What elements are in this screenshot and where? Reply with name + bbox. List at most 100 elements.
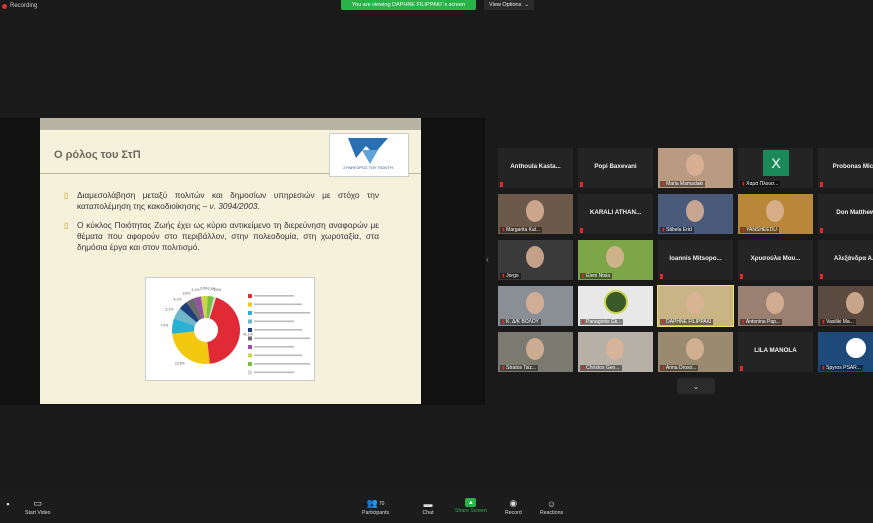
muted-mic-icon bbox=[820, 228, 823, 233]
participant-name-label: ▮ Κ. Δ/Κ ΒΟΛΟΥ bbox=[500, 319, 541, 325]
muted-mic-icon bbox=[580, 182, 583, 187]
participant-name-label: ▮ Anna Droso... bbox=[660, 365, 699, 371]
profile-logo-icon bbox=[844, 336, 868, 360]
participants-icon: 👥 70 bbox=[366, 498, 385, 508]
legend-text-line bbox=[254, 337, 310, 340]
participant-name-label: ▮ Stratos Tsiz... bbox=[500, 365, 539, 371]
muted-mic-icon bbox=[740, 274, 743, 279]
participant-tile[interactable]: ▮ Stibela Erid bbox=[657, 193, 734, 235]
meeting-toolbar bbox=[0, 495, 873, 523]
legend-text-line bbox=[254, 320, 294, 323]
recording-label: Recording bbox=[10, 3, 38, 9]
participant-face bbox=[686, 338, 704, 360]
pie-slice-label: 4,1% bbox=[173, 298, 181, 302]
participant-tile[interactable]: ▮ DAPHNE FILIPPAKI bbox=[657, 285, 734, 327]
participant-tile[interactable]: ▮ Panagiotis Gk... bbox=[577, 285, 654, 327]
participant-face bbox=[686, 200, 704, 222]
participant-name: Ioannis Mitsopo... bbox=[669, 255, 722, 262]
participant-face bbox=[526, 338, 544, 360]
legend-swatch bbox=[248, 345, 252, 349]
participant-tile[interactable]: ▮ Eleni Ntsia bbox=[577, 239, 654, 281]
participant-tile[interactable]: ▮ Κ. Δ/Κ ΒΟΛΟΥ bbox=[497, 285, 574, 327]
participant-tile[interactable]: LILA MANOLA bbox=[737, 331, 814, 373]
pie-chart-image: 41,1% 23,6% 7,0% 5,1% 4,1% 3,8% 3,1% 3,0% 2,8% 1,… bbox=[145, 277, 315, 381]
microphone-icon: ▪ bbox=[6, 498, 10, 509]
participant-face bbox=[606, 338, 624, 360]
pie-slice-label: 3,8% bbox=[182, 291, 190, 295]
participant-tile[interactable]: ▮ Margarita Kal... bbox=[497, 193, 574, 235]
participant-face bbox=[526, 246, 544, 268]
legend-text-line bbox=[254, 371, 294, 374]
participant-tile[interactable]: ▮ Jorgo bbox=[497, 239, 574, 281]
gallery-scroll-left-icon[interactable]: ‹ bbox=[486, 255, 492, 265]
slide-header-strip bbox=[40, 118, 421, 130]
participant-name-label: ▮ Χαρά Πλουσ... bbox=[740, 181, 781, 187]
legend-text-line bbox=[254, 346, 294, 348]
participant-tile[interactable]: Αλεξάνδρα Α... bbox=[817, 239, 873, 281]
participant-name-label: ▮ DAPHNE FILIPPAKI bbox=[660, 319, 714, 325]
participant-name: Αλεξάνδρα Α... bbox=[833, 255, 873, 262]
participant-tile[interactable]: ▮ Anna Droso... bbox=[657, 331, 734, 373]
legend-swatch bbox=[248, 370, 252, 375]
participant-tile[interactable]: KARALI ATHAN... bbox=[577, 193, 654, 235]
participant-tile[interactable]: Anthoula Kasta... bbox=[497, 147, 574, 189]
legend-text-line bbox=[254, 363, 310, 365]
recording-indicator: Recording bbox=[2, 3, 37, 9]
legend-text-line bbox=[254, 329, 302, 331]
reactions-icon: ☺ bbox=[546, 498, 557, 509]
participant-tile[interactable]: ▮ Maria Mamadaki bbox=[657, 147, 734, 189]
participants-button[interactable]: 👥 70 Participants bbox=[362, 498, 389, 516]
participant-name: Probonas Mic... bbox=[832, 163, 873, 170]
participant-tile[interactable]: Ioannis Mitsopo... bbox=[657, 239, 734, 281]
legend-text-line bbox=[254, 354, 302, 357]
muted-mic-icon bbox=[740, 366, 743, 371]
gallery-next-page-button[interactable]: ⌄ bbox=[677, 378, 715, 394]
record-label: Record bbox=[505, 510, 522, 516]
participant-tile[interactable]: ▮ Spyros PSAR... bbox=[817, 331, 873, 373]
chat-icon: ▬ bbox=[423, 498, 433, 509]
share-screen-button[interactable]: ▲ Share Screen bbox=[455, 498, 487, 514]
view-options-button[interactable]: View Options ⌄ bbox=[484, 0, 534, 10]
participant-tile[interactable]: ▮ Christos Geo... bbox=[577, 331, 654, 373]
pie-slice-label: 41,1% bbox=[243, 332, 253, 336]
participant-name: Χρυσούλα Μαυ... bbox=[750, 255, 801, 262]
chat-button[interactable]: ▬ Chat bbox=[422, 498, 434, 517]
legend-swatch bbox=[248, 311, 252, 315]
participant-tile[interactable]: Popi Baxevani bbox=[577, 147, 654, 189]
participant-tile[interactable]: ▮ Antonina Pap... bbox=[737, 285, 814, 327]
reactions-label: Reactions bbox=[540, 510, 564, 516]
slide-title: Ο ρόλος του ΣτΠ bbox=[54, 149, 141, 161]
participant-tile[interactable]: X ▮ Χαρά Πλουσ... bbox=[737, 147, 814, 189]
start-video-label: Start Video bbox=[25, 510, 51, 516]
mute-button[interactable]: ▪ bbox=[2, 498, 14, 510]
participant-tile[interactable]: Don Matthew bbox=[817, 193, 873, 235]
chat-label: Chat bbox=[422, 510, 434, 516]
participant-name-label: ▮ Antonina Pap... bbox=[740, 319, 783, 325]
logo-text: ΣΥΝΗΓΟΡΟΣ ΤΟΥ ΠΟΛΙΤΗ bbox=[343, 165, 393, 170]
slide-bullet-2: ▯ Ο κύκλος Ποιότητας Ζωής έχει ως κύριο … bbox=[64, 220, 379, 253]
legend-swatch bbox=[248, 353, 252, 358]
viewing-banner: You are viewing DAPHNE FILIPPAKI 's scre… bbox=[341, 0, 476, 10]
participant-tile[interactable]: ▮ YANSHEEDU bbox=[737, 193, 814, 235]
participant-face bbox=[686, 154, 704, 176]
participant-name-label: ▮ Maria Mamadaki bbox=[660, 181, 706, 187]
muted-mic-icon bbox=[580, 228, 583, 233]
participant-tile[interactable]: Probonas Mic... bbox=[817, 147, 873, 189]
bullet-icon: ▯ bbox=[64, 221, 69, 230]
bullet-law-reference: ν. 3094/2003. bbox=[209, 201, 260, 211]
legend-swatch bbox=[248, 362, 252, 366]
reactions-button[interactable]: ☺ Reactions bbox=[540, 498, 564, 517]
record-button[interactable]: ◉ Record bbox=[505, 498, 522, 516]
participant-tile[interactable]: ▮ Stratos Tsiz... bbox=[497, 331, 574, 373]
muted-mic-icon bbox=[820, 274, 823, 279]
record-icon: ◉ bbox=[509, 498, 518, 508]
start-video-button[interactable]: ▭ Start Video bbox=[25, 498, 51, 516]
participant-tile[interactable]: ▮ Vasiliki Ma... bbox=[817, 285, 873, 327]
record-dot-icon bbox=[2, 3, 7, 9]
participant-tile[interactable]: Χρυσούλα Μαυ... bbox=[737, 239, 814, 281]
participant-face bbox=[606, 246, 624, 268]
legend-swatch bbox=[248, 319, 252, 324]
participants-label: Participants bbox=[362, 510, 390, 516]
muted-mic-icon bbox=[660, 274, 663, 279]
avatar: X bbox=[763, 150, 789, 176]
